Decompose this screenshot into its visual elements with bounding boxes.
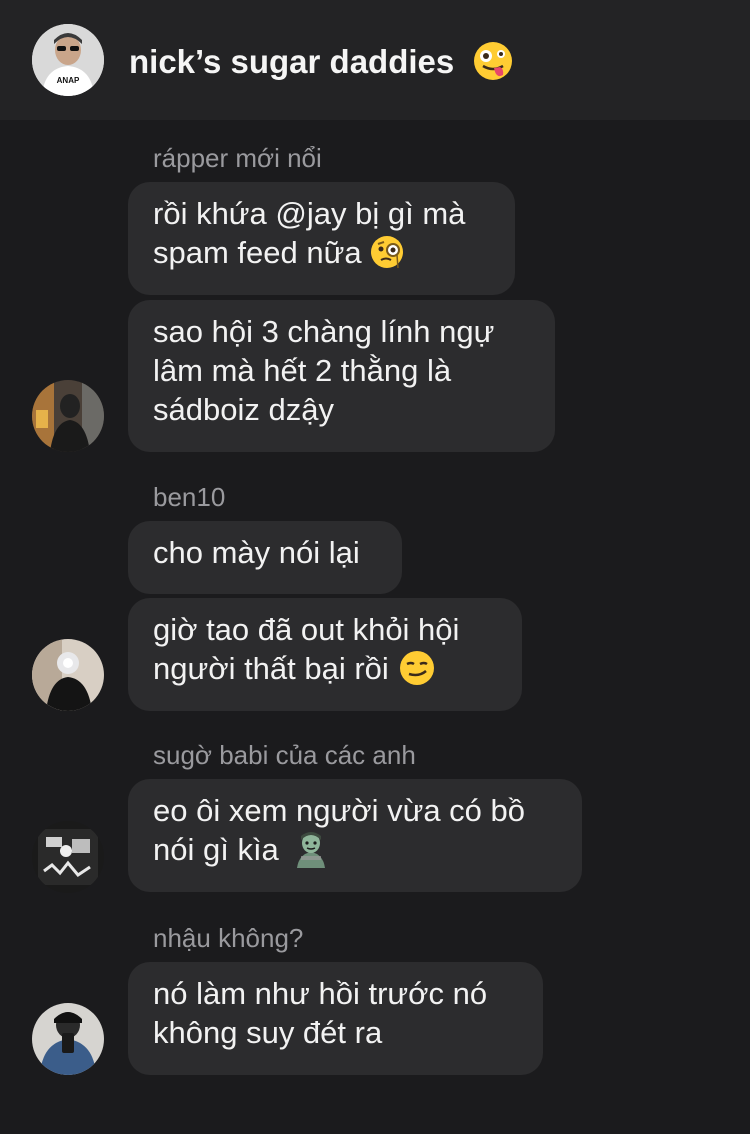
avatar-shirt-text: ANAP [57,76,80,85]
message-bubble[interactable]: giờ tao đã out khỏi hội người thất bại r… [128,598,522,711]
message-text: sádboiz dzậy [153,392,334,427]
message-bubble[interactable]: sao hội 3 chàng lính ngự lâm mà hết 2 th… [128,300,555,452]
sender-name: ben10 [153,482,226,512]
message-text: người thất bại rồi [153,651,389,686]
avatar[interactable] [32,380,104,452]
smirking-face-emoji [399,650,435,686]
message-text: lâm mà hết 2 thằng là [153,353,452,388]
message-text: sao hội 3 chàng lính ngự [153,314,495,349]
message-text: nó làm như hồi trước nó [153,976,488,1011]
chat-header: ANAP nick’s sugar daddies [0,0,750,120]
message-text: không suy đét ra [153,1015,383,1050]
message-text: giờ tao đã out khỏi hội [153,612,460,647]
avatar[interactable] [32,821,104,893]
sender-name: nhậu không? [153,923,304,953]
message-bubble[interactable]: cho mày nói lại [128,521,402,594]
message-text: spam feed nữa [153,235,362,270]
sender-name: rápper mới nổi [153,143,322,173]
message-bubble[interactable]: rồi khứa @jay bị gì mà spam feed nữa [128,182,515,295]
message-text: nói gì kìa [153,832,279,867]
message-text: cho mày nói lại [153,535,360,570]
zany-face-emoji [473,41,513,81]
message-text: eo ôi xem người vừa có bồ [153,793,526,828]
chat-title[interactable]: nick’s sugar daddies [129,40,513,84]
message-bubble[interactable]: nó làm như hồi trước nó không suy đét ra [128,962,543,1075]
avatar[interactable] [32,639,104,711]
message-text: rồi khứa @jay bị gì mà [153,196,466,231]
group-avatar[interactable]: ANAP [32,24,104,96]
message-bubble[interactable]: eo ôi xem người vừa có bồ nói gì kìa [128,779,582,892]
face-with-monocle-emoji [370,235,404,269]
chat-title-text: nick’s sugar daddies [129,43,455,80]
avatar[interactable] [32,1003,104,1075]
sender-name: sugờ babi của các anh [153,740,416,770]
zombie-emoji [291,830,331,868]
